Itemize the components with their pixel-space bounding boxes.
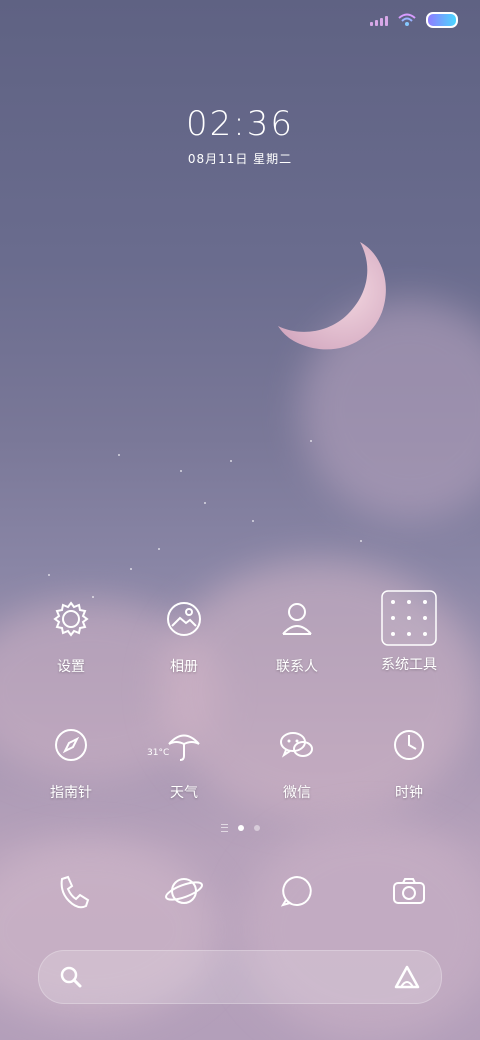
lock-time: 02:36 bbox=[186, 104, 294, 144]
moon-badge-icon bbox=[90, 587, 98, 596]
dock-messages[interactable] bbox=[274, 859, 324, 914]
home-page-indicator[interactable] bbox=[220, 824, 228, 832]
folder-system-tools[interactable]: 系统工具 bbox=[354, 590, 464, 674]
moon-badge-icon bbox=[316, 859, 324, 868]
weather-temperature: 31°C bbox=[147, 748, 170, 758]
search-icon[interactable] bbox=[59, 965, 83, 989]
contacts-icon bbox=[274, 587, 324, 642]
moon-badge-icon bbox=[316, 587, 324, 596]
moon-badge-icon bbox=[316, 713, 324, 722]
wifi-icon bbox=[398, 13, 416, 26]
app-clock[interactable]: 时钟 bbox=[354, 713, 464, 802]
browser-planet-icon bbox=[165, 878, 203, 904]
app-wechat[interactable]: 微信 bbox=[242, 713, 352, 802]
dock-phone[interactable] bbox=[48, 859, 98, 914]
app-contacts[interactable]: 联系人 bbox=[242, 587, 352, 676]
app-label: 天气 bbox=[170, 785, 198, 801]
weather-umbrella-icon: 31°C bbox=[147, 713, 211, 768]
page-indicator[interactable] bbox=[0, 824, 480, 832]
moon-badge-icon bbox=[90, 859, 98, 868]
app-label: 指南针 bbox=[50, 785, 92, 801]
app-label: 微信 bbox=[283, 785, 311, 801]
signal-bars-icon bbox=[370, 14, 388, 26]
moon-badge-icon bbox=[203, 859, 211, 868]
app-label: 联系人 bbox=[276, 659, 318, 675]
dock-camera[interactable] bbox=[386, 859, 436, 914]
page-dot-active[interactable] bbox=[237, 825, 244, 831]
moon-badge-icon bbox=[428, 713, 436, 722]
settings-gear-icon bbox=[48, 587, 98, 642]
gallery-icon bbox=[161, 587, 211, 642]
system-tools-folder-icon bbox=[381, 590, 437, 646]
page-dot[interactable] bbox=[253, 825, 260, 831]
moon-badge-icon bbox=[203, 587, 211, 596]
app-label: 设置 bbox=[57, 659, 85, 675]
dock-browser[interactable] bbox=[161, 859, 211, 914]
status-bar bbox=[370, 12, 458, 28]
app-settings[interactable]: 设置 bbox=[16, 587, 126, 676]
messages-icon bbox=[280, 875, 312, 907]
clock-icon bbox=[386, 713, 436, 768]
battery-icon bbox=[426, 12, 458, 28]
app-label: 系统工具 bbox=[381, 657, 437, 673]
lock-date: 08月11日 星期二 bbox=[187, 152, 293, 166]
app-gallery[interactable]: 相册 bbox=[129, 587, 239, 676]
app-label: 时钟 bbox=[395, 785, 423, 801]
camera-icon bbox=[393, 878, 425, 904]
phone-icon bbox=[60, 875, 90, 909]
search-bar[interactable] bbox=[38, 950, 442, 1004]
moon-badge-icon bbox=[90, 713, 98, 722]
assistant-icon[interactable] bbox=[393, 963, 421, 991]
moon-badge-icon bbox=[203, 713, 211, 722]
app-weather[interactable]: 31°C 天气 bbox=[129, 713, 239, 802]
moon-illustration bbox=[278, 242, 386, 350]
wechat-icon bbox=[274, 713, 324, 768]
compass-icon bbox=[48, 713, 98, 768]
app-compass[interactable]: 指南针 bbox=[16, 713, 126, 802]
moon-badge-icon bbox=[428, 859, 436, 868]
app-label: 相册 bbox=[170, 659, 198, 675]
